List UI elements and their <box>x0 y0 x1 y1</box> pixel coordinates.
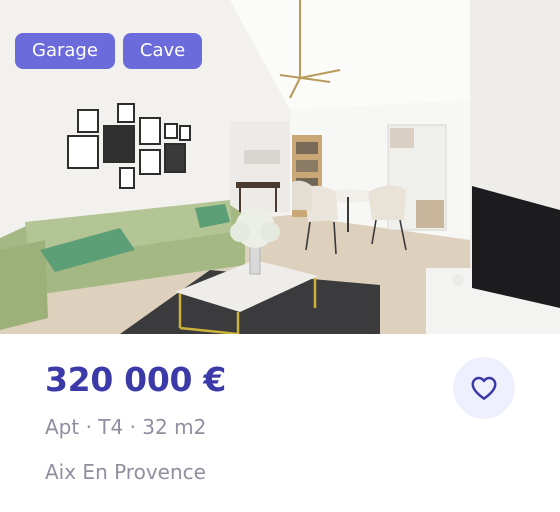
listing-city: Aix En Provence <box>45 460 206 484</box>
favorite-button[interactable] <box>453 357 515 419</box>
tag-cave[interactable]: Cave <box>122 33 203 69</box>
listing-details: Apt · T4 · 32 m2 <box>45 415 207 439</box>
heart-outline-icon <box>471 376 497 400</box>
listing-price: 320 000 € <box>45 360 227 399</box>
listing-card[interactable]: Garage Cave 320 000 € Apt · T4 · 32 m2 A… <box>0 0 560 512</box>
listing-tags: Garage Cave <box>15 33 203 69</box>
tag-garage[interactable]: Garage <box>15 33 115 69</box>
